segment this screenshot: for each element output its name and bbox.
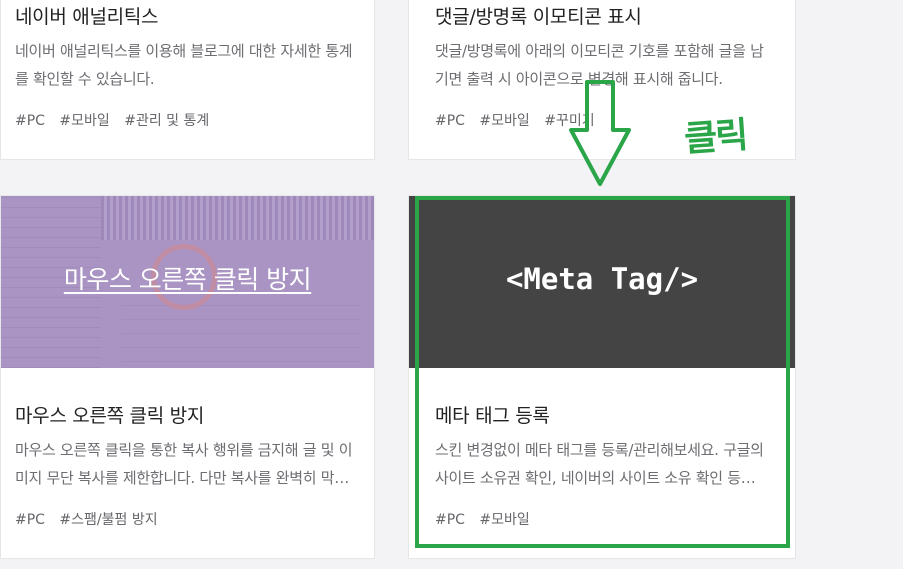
tag[interactable]: #모바일 (479, 113, 529, 129)
thumbnail-decoration (121, 292, 361, 362)
card-title: 댓글/방명록 이모티콘 표시 (435, 6, 642, 28)
card-tags: #PC #스팸/불펌 방지 (15, 509, 168, 529)
plugin-card-right-click-block[interactable]: 마우스 오른쪽 클릭 방지 마우스 오른쪽 클릭 방지 마우스 오른쪽 클릭을 … (0, 195, 375, 559)
highlight-box (415, 196, 790, 548)
tag[interactable]: #스팸/불펌 방지 (59, 512, 157, 528)
down-arrow-icon (569, 80, 631, 186)
annotation-label: 클릭 (682, 114, 748, 161)
tag[interactable]: #PC (435, 113, 465, 129)
plugin-card-naver-analytics[interactable]: 네이버 애널리틱스 네이버 애널리틱스를 이용해 블로그에 대한 자세한 통계를… (0, 0, 375, 160)
card-title: 마우스 오른쪽 클릭 방지 (15, 405, 205, 427)
card-tags: #PC #모바일 #관리 및 통계 (15, 110, 219, 130)
card-description: 마우스 오른쪽 클릭을 통한 복사 행위를 금지해 글 및 이미지 무단 복사를… (15, 441, 353, 487)
card-description: 네이버 애널리틱스를 이용해 블로그에 대한 자세한 통계를 확인할 수 있습니… (15, 42, 353, 88)
tag[interactable]: #PC (15, 512, 45, 528)
tag[interactable]: #관리 및 통계 (124, 113, 209, 129)
card-thumbnail: 마우스 오른쪽 클릭 방지 (1, 196, 374, 368)
thumbnail-decoration (101, 196, 374, 240)
thumbnail-title: 마우스 오른쪽 클릭 방지 (63, 265, 312, 294)
card-title: 네이버 애널리틱스 (15, 6, 159, 28)
tag[interactable]: #모바일 (59, 113, 109, 129)
tag[interactable]: #PC (15, 113, 45, 129)
